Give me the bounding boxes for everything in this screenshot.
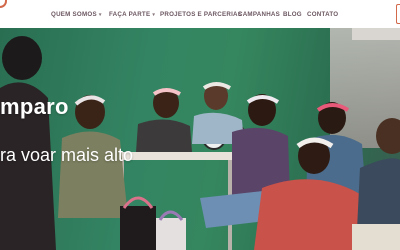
nav-item-faca-parte[interactable]: FAÇA PARTE ▾ [109,10,155,20]
hero-title: mparo [0,94,69,119]
nav-item-label: BLOG [283,11,302,18]
nav-item-label: CONTATO [307,11,339,18]
nav-item-projetos-e-parcerias[interactable]: PROJETOS E PARCERIAS [160,10,242,20]
site-header: QUEM SOMOS ▾ FAÇA PARTE ▾ PROJETOS E PARCE… [0,0,400,28]
nav-item-campanhas[interactable]: CAMPANHAS [238,10,280,20]
nav-item-contato[interactable]: CONTATO [307,10,338,20]
nav-item-label: FAÇA PARTE [109,11,151,18]
nav-item-label: QUEM SOMOS [51,11,97,18]
chevron-down-icon: ▾ [152,12,156,18]
nav-item-label: CAMPANHAS [238,11,281,18]
nav-item-blog[interactable]: BLOG [283,10,302,20]
cta-button[interactable] [396,4,400,24]
hero-banner: mparo ra voar mais alto [0,28,400,250]
nav-item-label: PROJETOS E PARCERIAS [160,11,243,18]
hero-subtitle: ra voar mais alto [0,145,134,165]
site-logo[interactable] [0,0,7,8]
chevron-down-icon: ▾ [98,12,102,18]
nav-item-quem-somos[interactable]: QUEM SOMOS ▾ [51,10,102,20]
hero-photo [0,36,400,250]
